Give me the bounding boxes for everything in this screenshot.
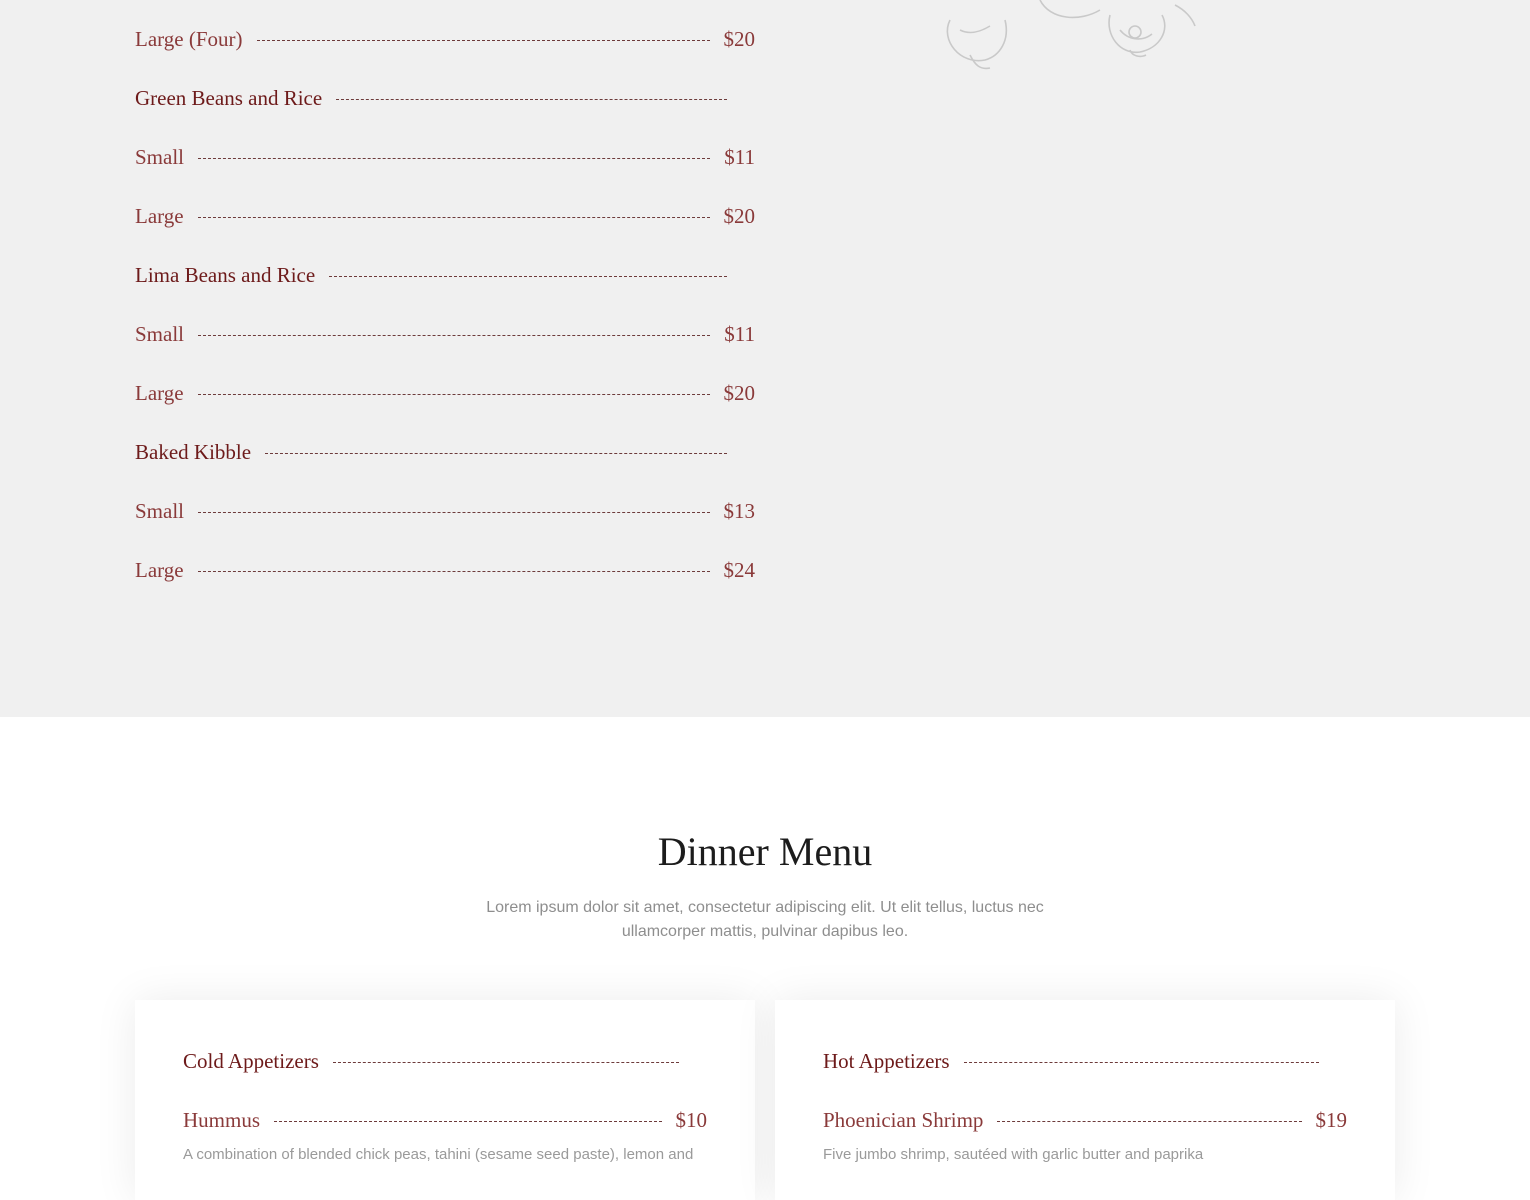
menu-card-cold-appetizers: Cold Appetizers Hummus $10 A combination… [135,1000,755,1200]
dotted-leader [198,512,710,513]
menu-card-hot-appetizers: Hot Appetizers Phoenician Shrimp $19 Fiv… [775,1000,1395,1200]
item-label: Small [135,499,185,523]
group-label: Lima Beans and Rice [135,263,316,287]
dotted-leader [197,217,710,218]
item-price: $20 [723,27,756,51]
menu-item-row: Phoenician Shrimp $19 [823,1091,1347,1150]
item-price: $10 [675,1108,708,1132]
dotted-leader [197,571,710,572]
item-price: $11 [724,145,755,169]
food-sketch-illustration [946,0,1196,70]
menu-item-row: Large $20 [135,187,755,246]
group-label: Green Beans and Rice [135,86,323,110]
dotted-leader [336,99,727,100]
menu-item-row: Hummus $10 [183,1091,707,1150]
item-label: Small [135,322,185,346]
item-label: Large [135,204,184,228]
item-label: Large [135,558,184,582]
menu-item-row: Small $11 [135,305,755,364]
card-heading: Hot Appetizers [823,1032,1333,1091]
dotted-leader [256,40,710,41]
dotted-leader [963,1062,1319,1063]
dotted-leader [329,276,727,277]
dinner-menu-description: Lorem ipsum dolor sit amet, consectetur … [486,899,1044,940]
item-price: $20 [723,381,756,405]
menu-item-row: Large (Four) $20 [135,10,755,69]
menu-group-heading: Lima Beans and Rice [135,246,741,305]
dotted-leader [265,453,727,454]
menu-item-row: Small $11 [135,128,755,187]
dotted-leader [997,1121,1302,1122]
item-price: $13 [723,499,756,523]
item-label: Phoenician Shrimp [823,1108,984,1132]
item-price: $24 [723,558,756,582]
menu-item-row: Large $24 [135,541,755,600]
item-price: $11 [724,322,755,346]
dotted-leader [197,394,710,395]
menu-item-row: Large $20 [135,364,755,423]
card-heading: Cold Appetizers [183,1032,693,1091]
item-price: $20 [723,204,756,228]
menu-group-heading: Green Beans and Rice [135,69,741,128]
item-label: Hummus [183,1108,261,1132]
item-label: Large [135,381,184,405]
menu-item-row: Small $13 [135,482,755,541]
dotted-leader [274,1121,662,1122]
item-price: $19 [1315,1108,1348,1132]
item-label: Small [135,145,185,169]
dotted-leader [198,335,711,336]
dotted-leader [332,1062,679,1063]
card-heading-label: Hot Appetizers [823,1049,950,1073]
item-label: Large (Four) [135,27,243,51]
menu-list: Large (Four) $20 Green Beans and Rice Sm… [135,10,755,600]
dotted-leader [198,158,711,159]
top-menu-section: Large (Four) $20 Green Beans and Rice Sm… [0,0,1530,717]
dinner-menu-title: Dinner Menu [657,829,873,874]
group-label: Baked Kibble [135,440,252,464]
menu-group-heading: Baked Kibble [135,423,741,482]
card-heading-label: Cold Appetizers [183,1049,319,1073]
